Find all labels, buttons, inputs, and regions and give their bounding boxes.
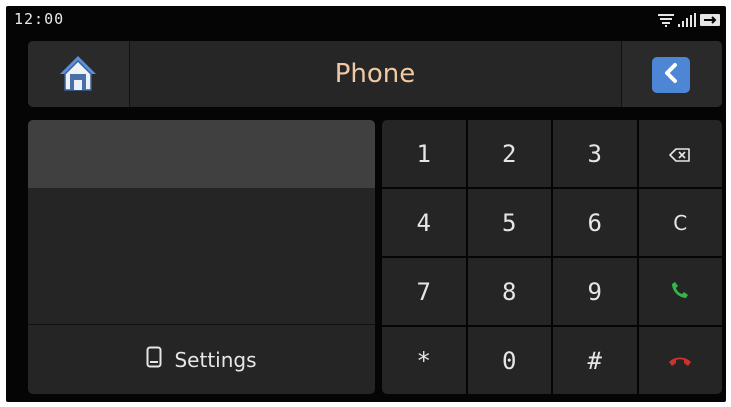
key-label: C [673, 210, 688, 235]
key-5[interactable]: 5 [467, 189, 551, 256]
key-label: * [416, 346, 431, 375]
status-bar: 12:00 [6, 6, 726, 32]
key-label: 7 [416, 277, 431, 306]
key-1[interactable]: 1 [382, 120, 466, 187]
key-label: 2 [502, 139, 517, 168]
key-0[interactable]: 0 [467, 327, 551, 394]
key-label: 0 [502, 346, 517, 375]
settings-button[interactable]: Settings [28, 325, 375, 394]
key-label: 8 [502, 277, 517, 306]
backspace-button[interactable] [638, 120, 722, 187]
key-6[interactable]: 6 [553, 189, 637, 256]
back-button-face[interactable] [652, 57, 690, 93]
key-8[interactable]: 8 [467, 258, 551, 325]
key-9[interactable]: 9 [553, 258, 637, 325]
phone-device-icon [146, 346, 162, 373]
wifi-icon [658, 12, 674, 31]
status-icons [658, 12, 720, 31]
head-unit-screen: 12:00 Phone Settings 1 2 3 4 5 6 C 7 8 9… [6, 6, 726, 402]
home-icon [58, 54, 98, 98]
clock: 12:00 [14, 10, 65, 28]
dial-info-panel: Settings [28, 120, 375, 394]
settings-label: Settings [174, 347, 257, 372]
clear-button[interactable]: C [638, 189, 722, 256]
key-label: 5 [502, 208, 517, 237]
hangup-icon [668, 347, 692, 375]
home-button[interactable] [28, 41, 130, 107]
backspace-icon [669, 140, 691, 168]
call-info-area [28, 188, 375, 325]
key-4[interactable]: 4 [382, 189, 466, 256]
call-icon [670, 278, 690, 306]
dial-keypad: 1 2 3 4 5 6 C 7 8 9 * 0 # [382, 120, 722, 394]
key-star[interactable]: * [382, 327, 466, 394]
usb-icon [700, 12, 720, 31]
number-display[interactable] [28, 120, 375, 188]
signal-icon [678, 12, 696, 31]
chevron-left-icon [663, 63, 679, 87]
call-button[interactable] [638, 258, 722, 325]
hangup-button[interactable] [638, 327, 722, 394]
key-label: # [587, 346, 602, 375]
title-bar: Phone [28, 41, 722, 107]
key-label: 3 [587, 139, 602, 168]
key-label: 4 [416, 208, 431, 237]
key-3[interactable]: 3 [553, 120, 637, 187]
key-hash[interactable]: # [553, 327, 637, 394]
page-title: Phone [334, 59, 416, 89]
back-button[interactable] [621, 41, 722, 107]
key-label: 6 [587, 208, 602, 237]
key-label: 9 [587, 277, 602, 306]
key-7[interactable]: 7 [382, 258, 466, 325]
key-label: 1 [416, 139, 431, 168]
key-2[interactable]: 2 [467, 120, 551, 187]
